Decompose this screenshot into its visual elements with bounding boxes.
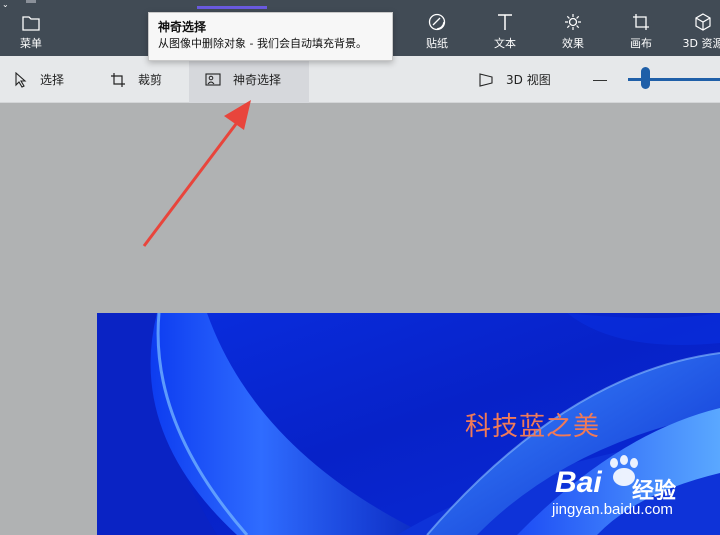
canvas-label: 画布 [630,37,652,50]
zoom-out-icon[interactable] [593,80,607,81]
effects-button[interactable]: 效果 [550,0,596,56]
3d-view-button[interactable]: 3D 视图 [478,56,551,103]
canvas-button[interactable]: 画布 [618,0,664,56]
sticker-button[interactable]: 贴纸 [414,0,460,56]
folder-icon [22,16,40,31]
magic-select-icon [205,72,221,86]
select-tool-label: 选择 [40,73,65,87]
watermark-url: jingyan.baidu.com [552,501,673,518]
select-tool-button[interactable]: 选择 [14,56,64,103]
sticker-icon [428,13,446,31]
cursor-icon [15,71,27,88]
sticker-label: 贴纸 [426,37,448,50]
canvas-caption-text: 科技蓝之美 [465,412,601,442]
text-button[interactable]: 文本 [482,0,528,56]
zoom-slider-thumb[interactable] [641,67,650,89]
menu-label: 菜单 [20,37,42,50]
menu-button[interactable]: 菜单 [8,0,54,56]
library-label: 3D 资源 [682,37,720,50]
view3d-icon [479,72,493,87]
3d-library-button[interactable]: 3D 资源 [678,0,720,56]
magic-select-label: 神奇选择 [233,73,282,87]
active-tab-indicator [197,6,267,9]
text-label: 文本 [494,37,516,50]
crop-icon [111,72,125,87]
cube-icon [695,13,711,31]
watermark-brand: Bai [555,466,602,499]
tool-options-bar [0,56,720,103]
crop-tool-label: 裁剪 [138,73,163,87]
magic-select-tooltip: 神奇选择 从图像中删除对象 - 我们会自动填充背景。 [148,12,393,61]
canvas-icon [633,14,649,30]
text-icon [498,14,512,30]
sun-icon [565,14,581,30]
magic-select-button[interactable]: 神奇选择 [189,56,309,103]
tooltip-description: 从图像中删除对象 - 我们会自动填充背景。 [158,37,367,50]
tooltip-title: 神奇选择 [158,20,207,34]
effects-label: 效果 [562,37,584,50]
3d-view-label: 3D 视图 [506,73,551,87]
crop-tool-button[interactable]: 裁剪 [110,56,162,103]
